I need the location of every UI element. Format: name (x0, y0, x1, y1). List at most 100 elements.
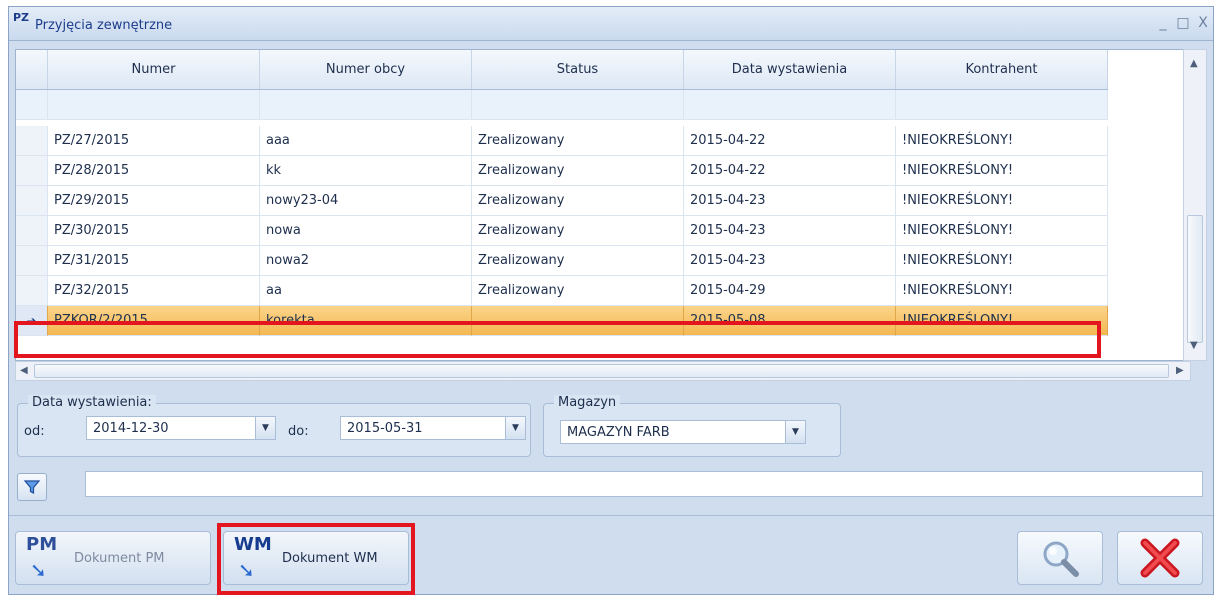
funnel-icon (23, 480, 41, 494)
column-header-numer-obcy[interactable]: Numer obcy (260, 50, 472, 89)
date-filter-legend: Data wystawienia: (28, 395, 156, 410)
close-window-button[interactable]: X (1193, 15, 1213, 31)
table-row[interactable]: PZ/29/2015 nowy23-04 Zrealizowany 2015-0… (16, 186, 1108, 216)
cell-data[interactable]: 2015-04-29 (684, 276, 896, 306)
selected-row-highlight (14, 321, 1101, 358)
cell-data[interactable]: 2015-04-22 (684, 126, 896, 156)
scroll-down-icon[interactable]: ▼ (1190, 340, 1198, 351)
cell-numer-obcy[interactable]: nowa (260, 216, 472, 246)
wm-button-highlight (217, 523, 415, 595)
main-window: PZ Przyjęcia zewnętrzne _ □ X Numer Nume… (8, 6, 1214, 595)
cell-numer-obcy[interactable]: kk (260, 156, 472, 186)
scroll-up-icon[interactable]: ▲ (1190, 58, 1198, 69)
title-bar: PZ Przyjęcia zewnętrzne _ □ X (9, 7, 1213, 41)
to-label: do: (288, 424, 309, 439)
warehouse-legend: Magazyn (554, 395, 621, 410)
cell-status[interactable]: Zrealizowany (472, 126, 684, 156)
cell-kontrahent[interactable]: !NIEOKREŚLONY! (896, 156, 1108, 186)
horizontal-scrollbar[interactable]: ◀ ▶ (15, 361, 1191, 381)
filter-cell-numer[interactable] (48, 90, 260, 120)
filter-cell-data[interactable] (684, 90, 896, 120)
chevron-down-icon[interactable]: ▼ (255, 417, 275, 439)
row-indicator (16, 246, 48, 276)
row-indicator (16, 156, 48, 186)
cell-numer-obcy[interactable]: nowa2 (260, 246, 472, 276)
cell-kontrahent[interactable]: !NIEOKREŚLONY! (896, 126, 1108, 156)
table-row[interactable]: PZ/28/2015 kk Zrealizowany 2015-04-22 !N… (16, 156, 1108, 186)
date-to-value: 2015-05-31 (347, 420, 423, 436)
cancel-button[interactable] (1117, 531, 1203, 585)
row-indicator (16, 126, 48, 156)
grid-header: Numer Numer obcy Status Data wystawienia… (16, 50, 1108, 90)
row-indicator (16, 186, 48, 216)
column-header-kontrahent[interactable]: Kontrahent (896, 50, 1108, 89)
cell-numer-obcy[interactable]: aaa (260, 126, 472, 156)
red-x-icon (1140, 538, 1180, 578)
document-pm-button[interactable]: PM ➘ Dokument PM (15, 531, 211, 585)
cell-numer-obcy[interactable]: nowy23-04 (260, 186, 472, 216)
table-row[interactable]: PZ/27/2015 aaa Zrealizowany 2015-04-22 !… (16, 126, 1108, 156)
cell-kontrahent[interactable]: !NIEOKREŚLONY! (896, 276, 1108, 306)
divider (9, 515, 1213, 516)
cell-status[interactable]: Zrealizowany (472, 246, 684, 276)
cell-numer[interactable]: PZ/30/2015 (48, 216, 260, 246)
cell-status[interactable]: Zrealizowany (472, 276, 684, 306)
cell-numer[interactable]: PZ/28/2015 (48, 156, 260, 186)
vertical-scroll-thumb[interactable] (1187, 215, 1203, 343)
cell-data[interactable]: 2015-04-23 (684, 246, 896, 276)
cell-status[interactable]: Zrealizowany (472, 216, 684, 246)
cell-numer[interactable]: PZ/27/2015 (48, 126, 260, 156)
grid-filter-row[interactable] (16, 90, 1108, 120)
pm-document-icon: PM ➘ (26, 534, 58, 582)
date-to-combo[interactable]: 2015-05-31 ▼ (340, 416, 526, 440)
cell-status[interactable]: Zrealizowany (472, 186, 684, 216)
date-from-value: 2014-12-30 (93, 420, 169, 436)
cell-data[interactable]: 2015-04-23 (684, 216, 896, 246)
vertical-scrollbar[interactable]: ▲ ▼ (1183, 49, 1207, 361)
cell-kontrahent[interactable]: !NIEOKREŚLONY! (896, 246, 1108, 276)
cell-kontrahent[interactable]: !NIEOKREŚLONY! (896, 186, 1108, 216)
table-row[interactable]: PZ/31/2015 nowa2 Zrealizowany 2015-04-23… (16, 246, 1108, 276)
row-indicator-header (16, 50, 48, 89)
warehouse-value: MAGAZYN FARB (567, 424, 670, 440)
filter-button[interactable] (17, 473, 47, 501)
row-indicator (16, 276, 48, 306)
row-indicator (16, 216, 48, 246)
column-header-data-wystawienia[interactable]: Data wystawienia (684, 50, 896, 89)
column-header-status[interactable]: Status (472, 50, 684, 89)
cell-data[interactable]: 2015-04-23 (684, 186, 896, 216)
cell-kontrahent[interactable]: !NIEOKREŚLONY! (896, 216, 1108, 246)
chevron-down-icon[interactable]: ▼ (505, 417, 525, 439)
date-from-combo[interactable]: 2014-12-30 ▼ (86, 416, 276, 440)
scroll-left-icon[interactable]: ◀ (20, 365, 28, 376)
chevron-down-icon[interactable]: ▼ (785, 421, 805, 443)
cell-numer-obcy[interactable]: aa (260, 276, 472, 306)
filter-cell-status[interactable] (472, 90, 684, 120)
cell-status[interactable]: Zrealizowany (472, 156, 684, 186)
date-filter-group: Data wystawienia: od: 2014-12-30 ▼ do: 2… (17, 395, 531, 457)
preview-button[interactable] (1017, 531, 1103, 585)
column-header-numer[interactable]: Numer (48, 50, 260, 89)
filter-cell-kontrahent[interactable] (896, 90, 1108, 120)
from-label: od: (24, 424, 45, 439)
horizontal-scroll-thumb[interactable] (34, 364, 1169, 378)
cell-numer[interactable]: PZ/32/2015 (48, 276, 260, 306)
maximize-button[interactable]: □ (1173, 15, 1193, 31)
table-row[interactable]: PZ/32/2015 aa Zrealizowany 2015-04-29 !N… (16, 276, 1108, 306)
magnifier-icon (1043, 541, 1079, 577)
cell-data[interactable]: 2015-04-22 (684, 156, 896, 186)
pz-app-icon: PZ (13, 11, 30, 24)
cell-numer[interactable]: PZ/31/2015 (48, 246, 260, 276)
documents-grid: Numer Numer obcy Status Data wystawienia… (15, 49, 1187, 361)
warehouse-combo[interactable]: MAGAZYN FARB ▼ (560, 420, 806, 444)
cell-numer[interactable]: PZ/29/2015 (48, 186, 260, 216)
window-title: Przyjęcia zewnętrzne (35, 18, 173, 33)
warehouse-filter-group: Magazyn MAGAZYN FARB ▼ (543, 395, 841, 457)
document-pm-label: Dokument PM (74, 550, 165, 566)
minimize-button[interactable]: _ (1153, 15, 1173, 31)
filter-row-indicator (16, 90, 48, 120)
scroll-right-icon[interactable]: ▶ (1176, 365, 1184, 376)
table-row[interactable]: PZ/30/2015 nowa Zrealizowany 2015-04-23 … (16, 216, 1108, 246)
filter-cell-numer-obcy[interactable] (260, 90, 472, 120)
search-input[interactable] (85, 471, 1203, 497)
